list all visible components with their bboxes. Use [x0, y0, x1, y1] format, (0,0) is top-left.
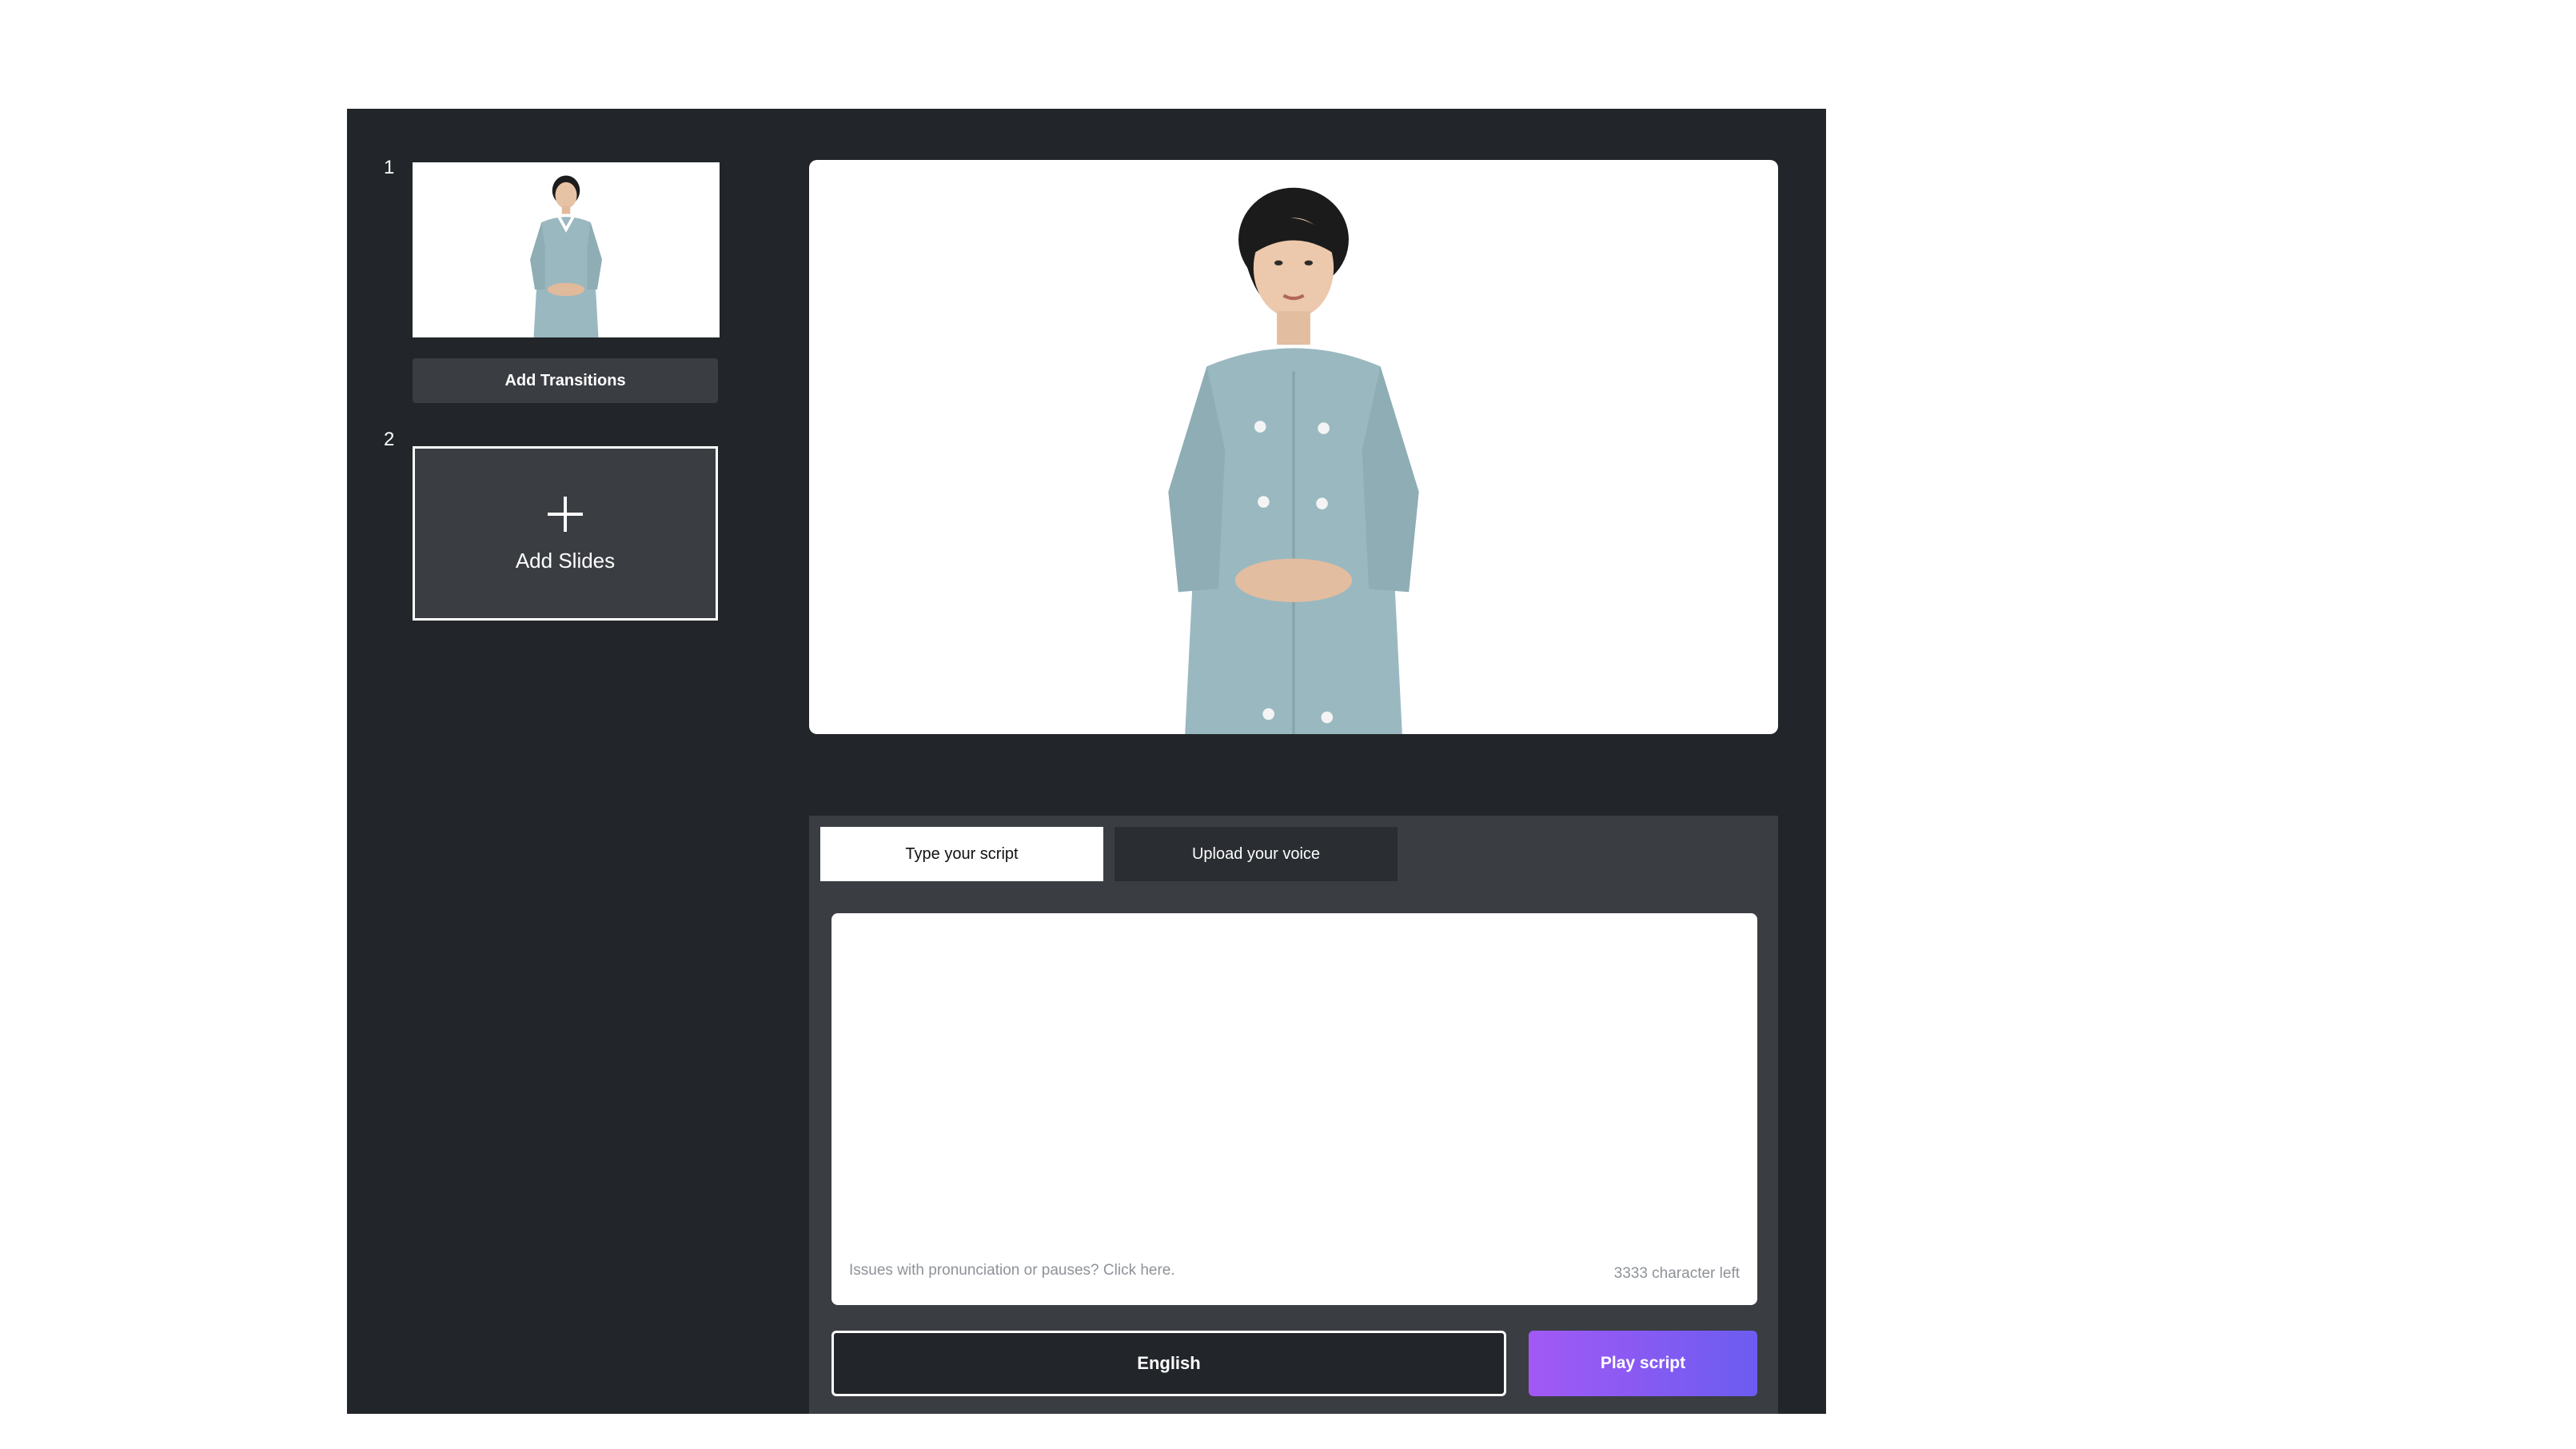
avatar-preview	[809, 160, 1778, 734]
character-count: 3333 character left	[1613, 1265, 1740, 1282]
play-script-button[interactable]: Play script	[1529, 1331, 1757, 1396]
add-slides-label: Add Slides	[515, 548, 616, 573]
script-textarea[interactable]	[831, 913, 1757, 1249]
avatar-image	[1168, 187, 1419, 734]
pronunciation-help-link[interactable]: Issues with pronunciation or pauses? Cli…	[849, 1262, 1175, 1279]
language-select[interactable]: English	[831, 1331, 1506, 1396]
tab-type-script[interactable]: Type your script	[820, 827, 1103, 881]
plus-icon	[548, 496, 583, 532]
add-transitions-button[interactable]: Add Transitions	[413, 358, 718, 403]
slide-number: 2	[384, 429, 395, 450]
avatar-thumbnail-image	[530, 175, 602, 337]
tab-upload-voice[interactable]: Upload your voice	[1115, 827, 1398, 881]
slides-sidebar: 1 Add Transitions 2 Add Slides	[347, 109, 752, 1414]
main-area: Type your script Upload your voice Issue…	[752, 109, 1826, 1414]
add-slides-button[interactable]: Add Slides	[413, 446, 718, 621]
script-editor: Issues with pronunciation or pauses? Cli…	[831, 913, 1757, 1305]
slide-number: 1	[384, 157, 395, 178]
slide-thumbnail[interactable]	[413, 162, 720, 337]
editor-app: 1 Add Transitions 2 Add Slides Type your…	[347, 109, 1826, 1414]
language-value: English	[1137, 1353, 1201, 1373]
script-panel: Type your script Upload your voice Issue…	[809, 816, 1778, 1414]
